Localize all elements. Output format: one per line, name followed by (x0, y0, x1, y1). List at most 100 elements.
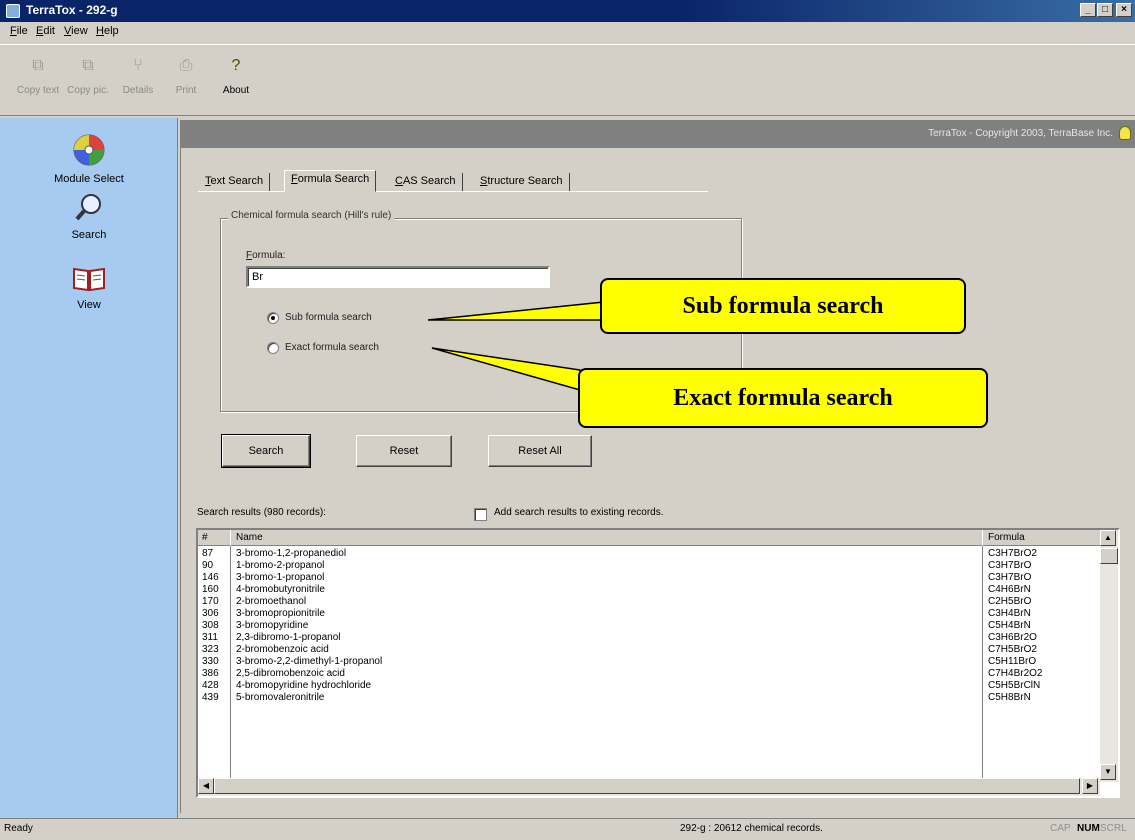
table-row[interactable]: 439 5-bromovaleronitrile C5H8BrN (198, 692, 1100, 704)
row-name-cell: 2,5-dibromobenzoic acid (236, 668, 345, 679)
column-header-name[interactable]: Name (236, 532, 263, 543)
sidebar-item-module-select[interactable]: Module Select (0, 134, 178, 185)
results-summary: Search results (980 records): (197, 507, 326, 518)
tab-formula-search[interactable]: Formula Search (284, 170, 377, 192)
row-formula-cell: C5H4BrN (988, 620, 1031, 631)
row-number-cell: 439 (202, 692, 219, 703)
row-formula-cell: C3H4BrN (988, 608, 1031, 619)
row-formula-cell: C3H6Br2O (988, 632, 1037, 643)
menu-view[interactable]: View (64, 25, 88, 37)
scroll-down-icon[interactable]: ▼ (1100, 764, 1116, 780)
row-name-cell: 2-bromoethanol (236, 596, 307, 607)
sidebar-item-view[interactable]: View (0, 266, 178, 311)
menu-help[interactable]: Help (96, 25, 119, 37)
reset-all-button[interactable]: Reset All (488, 435, 592, 467)
tab-structure-search[interactable]: Structure Search (474, 173, 570, 191)
sidebar-item-search[interactable]: Search (0, 192, 178, 241)
print-button[interactable]: ⎙ Print (158, 49, 214, 115)
row-formula-cell: C4H6BrN (988, 584, 1031, 595)
status-text: Ready (4, 823, 33, 834)
vertical-scrollbar[interactable]: ▲ ▼ (1100, 530, 1118, 782)
copy-text-button[interactable]: ⧉ Copy text (10, 49, 66, 115)
row-formula-cell: C5H5BrClN (988, 680, 1041, 691)
sub-formula-radio[interactable] (267, 312, 279, 324)
scroll-h-thumb[interactable] (214, 778, 1080, 794)
column-header-formula[interactable]: Formula (988, 532, 1025, 543)
horizontal-scrollbar[interactable]: ◀ ▶ (198, 778, 1100, 796)
row-number-cell: 308 (202, 620, 219, 631)
open-book-icon (73, 267, 105, 292)
row-name-cell: 3-bromo-1,2-propanediol (236, 548, 347, 559)
menu-file[interactable]: File (10, 25, 28, 37)
table-row[interactable]: 323 2-bromobenzoic acid C7H5BrO2 (198, 644, 1100, 656)
print-icon: ⎙ (179, 57, 193, 74)
row-number-cell: 90 (202, 560, 214, 571)
row-number-cell: 323 (202, 644, 219, 655)
search-button[interactable]: Search (221, 434, 311, 468)
record-count-status: 292-g : 20612 chemical records. (680, 823, 823, 834)
table-row[interactable]: 428 4-bromopyridine hydrochloride C5H5BrCl… (198, 680, 1100, 692)
menu-bar: File Edit View Help (0, 22, 1135, 42)
row-number-cell: 311 (202, 632, 218, 643)
table-row[interactable]: 306 3-bromopropionitrile C3H4BrN (198, 608, 1100, 620)
row-formula-cell: C2H5BrO (988, 596, 1032, 607)
minimize-button[interactable]: _ (1080, 3, 1096, 17)
row-formula-cell: C3H7BrO2 (988, 548, 1037, 559)
tab-text-search[interactable]: Text Search (199, 173, 271, 191)
add-results-checkbox[interactable] (474, 508, 487, 521)
reset-button[interactable]: Reset (356, 435, 452, 467)
about-button[interactable]: ? About (208, 49, 264, 115)
tab-cas-search[interactable]: CAS Search (389, 173, 463, 191)
toolbar: ⧉ Copy text ⧉ Copy pic. ⑂ Details ⎙ Prin… (0, 44, 1135, 116)
row-name-cell: 2,3-dibromo-1-propanol (236, 632, 341, 643)
status-bar: Ready 292-g : 20612 chemical records. CA… (0, 818, 1135, 840)
menu-edit[interactable]: Edit (36, 25, 55, 37)
row-number-cell: 306 (202, 608, 219, 619)
grid-header: # Name Formula (198, 530, 1100, 546)
scroll-up-icon[interactable]: ▲ (1100, 530, 1116, 546)
tab-baseline (198, 191, 708, 192)
table-row[interactable]: 87 3-bromo-1,2-propanediol C3H7BrO2 (198, 548, 1100, 560)
table-row[interactable]: 160 4-bromobutyronitrile C4H6BrN (198, 584, 1100, 596)
magnifier-icon (75, 194, 101, 221)
table-row[interactable]: 386 2,5-dibromobenzoic acid C7H4Br2O2 (198, 668, 1100, 680)
row-name-cell: 4-bromobutyronitrile (236, 584, 325, 595)
details-icon: ⑂ (133, 57, 143, 74)
sidebar: Module Select Search View (0, 118, 178, 818)
scroll-right-icon[interactable]: ▶ (1082, 778, 1098, 794)
sub-formula-label[interactable]: Sub formula search (285, 312, 372, 323)
close-button[interactable]: × (1116, 3, 1132, 17)
row-number-cell: 146 (202, 572, 219, 583)
scrl-indicator: SCRL (1100, 823, 1127, 834)
row-number-cell: 386 (202, 668, 219, 679)
row-formula-cell: C7H5BrO2 (988, 644, 1037, 655)
formula-input[interactable] (246, 266, 550, 288)
title-bar: TerraTox - 292-g _ □ × (0, 0, 1135, 22)
copy-picture-button[interactable]: ⧉ Copy pic. (60, 49, 116, 115)
cap-indicator: CAP (1050, 823, 1071, 834)
scroll-left-icon[interactable]: ◀ (198, 778, 214, 794)
exact-formula-callout: Exact formula search (578, 368, 988, 428)
row-name-cell: 5-bromovaleronitrile (236, 692, 325, 703)
row-name-cell: 2-bromobenzoic acid (236, 644, 329, 655)
row-name-cell: 3-bromopropionitrile (236, 608, 325, 619)
table-row[interactable]: 308 3-bromopyridine C5H4BrN (198, 620, 1100, 632)
maximize-button[interactable]: □ (1097, 3, 1113, 17)
exact-formula-radio[interactable] (267, 342, 279, 354)
exact-formula-label[interactable]: Exact formula search (285, 342, 379, 353)
table-row[interactable]: 170 2-bromoethanol C2H5BrO (198, 596, 1100, 608)
table-row[interactable]: 311 2,3-dibromo-1-propanol C3H6Br2O (198, 632, 1100, 644)
row-name-cell: 3-bromo-1-propanol (236, 572, 325, 583)
table-row[interactable]: 90 1-bromo-2-propanol C3H7BrO (198, 560, 1100, 572)
scroll-thumb[interactable] (1100, 548, 1118, 564)
about-icon: ? (231, 57, 241, 74)
table-row[interactable]: 330 3-bromo-2,2-dimethyl-1-propanol C5H11B… (198, 656, 1100, 668)
results-grid[interactable]: # Name Formula 87 3-bromo-1,2-propanediol… (196, 528, 1120, 798)
row-name-cell: 1-bromo-2-propanol (236, 560, 325, 571)
row-number-cell: 170 (202, 596, 219, 607)
table-row[interactable]: 146 3-bromo-1-propanol C3H7BrO (198, 572, 1100, 584)
add-results-label[interactable]: Add search results to existing records. (494, 507, 664, 518)
column-header-number[interactable]: # (202, 532, 208, 543)
lightbulb-icon (1119, 126, 1131, 140)
row-number-cell: 87 (202, 548, 214, 559)
